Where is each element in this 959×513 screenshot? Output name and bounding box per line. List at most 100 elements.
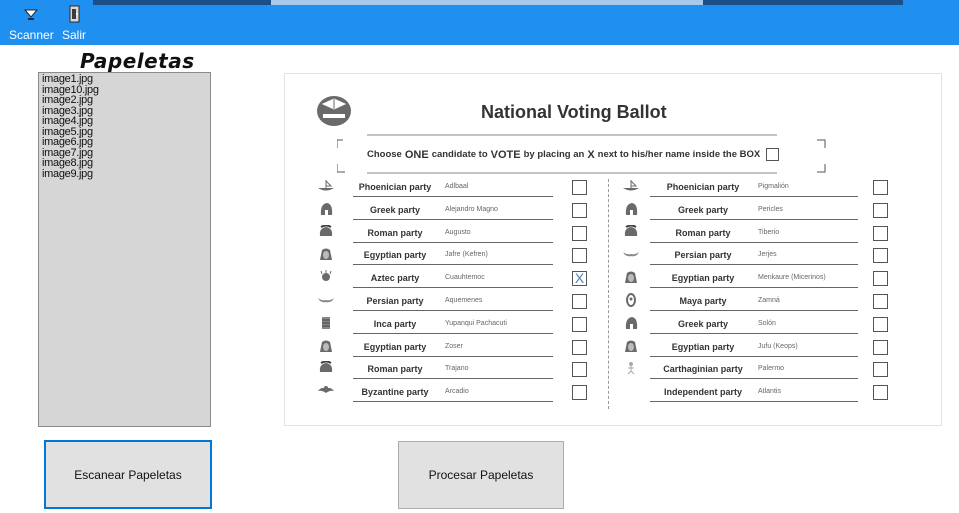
scanner-label: Scanner <box>9 28 54 42</box>
file-listbox[interactable]: image1.jpg image10.jpg image2.jpg image3.jp… <box>38 72 211 427</box>
escanear-label: Escanear Papeletas <box>74 467 182 482</box>
candidate-underline <box>650 241 858 243</box>
ballot-logo-icon <box>315 94 353 133</box>
candidate-underline <box>353 264 553 266</box>
candidate-name: Solón <box>758 319 776 327</box>
candidate-name: Cuauhtemoc <box>445 274 485 282</box>
candidate-name: Jufu (Keops) <box>758 342 798 350</box>
ballot-right-column: Phoenician party Pigmalión Greek party Peri… <box>620 177 910 405</box>
ballot-row: Egyptian party Jafre (Kefren) <box>315 245 605 268</box>
pharaoh-icon <box>622 339 640 353</box>
candidate-underline <box>353 218 553 220</box>
file-list-item[interactable]: image8.jpg <box>42 158 210 169</box>
vote-box <box>873 316 888 332</box>
party-name: Byzantine party <box>361 387 429 398</box>
vote-box <box>873 202 888 218</box>
candidate-underline <box>353 196 553 197</box>
party-name: Egyptian party <box>671 273 735 284</box>
vote-box <box>572 339 587 355</box>
party-name: Phoenician party <box>666 182 740 192</box>
vote-box <box>873 271 888 287</box>
candidate-underline <box>650 264 858 266</box>
instr-pre: Choose <box>367 149 402 160</box>
pharaoh-icon <box>317 339 335 353</box>
ballot-left-column: Phoenician party Adlbaal Greek party Alejan… <box>315 177 605 405</box>
party-name: Greek party <box>677 204 729 215</box>
party-name: Persian party <box>674 250 732 261</box>
pharaoh-icon <box>317 247 335 261</box>
candidate-underline <box>353 309 553 311</box>
file-list-item[interactable]: image1.jpg <box>42 74 210 85</box>
ballot-row: Persian party Jerjes <box>620 245 910 268</box>
party-name: Carthaginian party <box>663 364 743 375</box>
vote-box <box>873 339 888 355</box>
party-name: Roman party <box>367 227 423 238</box>
winged-symbol-icon <box>622 247 640 261</box>
file-list-item[interactable]: image9.jpg <box>42 168 210 180</box>
candidate-underline <box>650 401 858 403</box>
candidate-name: Adlbaal <box>445 183 469 190</box>
toolbar-top-strip-light <box>271 0 703 5</box>
candidate-name: Atlantis <box>758 388 781 396</box>
chevron-down-icon <box>23 4 39 24</box>
candidate-name: Yupanqui Pachacuti <box>445 319 507 327</box>
procesar-label: Procesar Papeletas <box>428 468 534 482</box>
ballot-row: Roman party Tiberio <box>620 223 910 246</box>
ballot-row: Egyptian party Menkaure (Micerinos) <box>620 268 910 291</box>
file-list-item[interactable]: image4.jpg <box>42 116 210 127</box>
vote-box <box>873 180 888 195</box>
candidate-name: Menkaure (Micerinos) <box>758 274 826 282</box>
salir-label: Salir <box>62 28 87 42</box>
maya-icon <box>622 292 640 307</box>
file-list-item[interactable]: image2.jpg <box>42 95 210 106</box>
party-name: Greek party <box>369 204 421 215</box>
aztec-icon <box>317 270 335 284</box>
procesar-papeletas-button[interactable]: Procesar Papeletas <box>398 441 564 509</box>
vote-box <box>873 225 888 241</box>
party-name: Roman party <box>367 364 423 375</box>
instr-post: next to his/her name inside the BOX <box>597 149 761 160</box>
instruction-sample-box <box>766 148 780 161</box>
ballot-row: Aztec party Cuauhtemoc X <box>315 268 605 291</box>
winged-symbol-icon <box>317 293 335 307</box>
blank-emblem-icon <box>622 384 640 398</box>
greek-helmet-icon <box>622 316 640 330</box>
instr-mid2: by placing an <box>523 149 585 160</box>
candidate-name: Zoser <box>445 342 463 350</box>
ballot-row: Persian party Aquemenes <box>315 291 605 314</box>
vote-box <box>572 248 587 264</box>
toolbar-top-strip-dark <box>93 0 271 5</box>
ballot-row: Greek party Solón <box>620 314 910 337</box>
ballot-instruction: Choose ONE candidate to VOTE by placing … <box>367 148 780 161</box>
candidate-name: Pericles <box>758 205 783 213</box>
candidate-name: Aquemenes <box>445 296 483 304</box>
ballot-image: National Voting Ballot Choose ONE candid… <box>284 73 942 426</box>
vote-box <box>572 225 587 241</box>
ballot-row: Byzantine party Arcadio <box>315 382 605 405</box>
salir-button[interactable]: Salir <box>62 4 86 42</box>
vote-box <box>873 293 888 309</box>
party-name: Roman party <box>675 227 731 238</box>
candidate-name: Pigmalión <box>758 183 789 190</box>
candidate-name: Tiberio <box>758 228 780 236</box>
vote-box <box>572 293 587 309</box>
party-name: Greek party <box>677 318 729 329</box>
candidate-underline <box>650 218 858 220</box>
party-name: Maya party <box>679 295 727 306</box>
file-list-item[interactable]: image6.jpg <box>42 137 210 148</box>
candidate-underline <box>650 332 858 334</box>
instr-vote: VOTE <box>490 148 521 161</box>
ballot-title: National Voting Ballot <box>481 102 667 122</box>
greek-helmet-icon <box>622 202 640 216</box>
papeletas-title: Papeletas <box>80 49 195 73</box>
roman-helmet-icon <box>317 360 335 375</box>
vote-box <box>873 385 888 401</box>
ballot-row: Roman party Trajano <box>315 359 605 382</box>
party-name: Egyptian party <box>363 341 427 352</box>
column-divider <box>608 179 609 409</box>
party-name: Persian party <box>366 295 424 306</box>
candidate-underline <box>353 241 553 243</box>
escanear-papeletas-button[interactable]: Escanear Papeletas <box>44 440 212 509</box>
scanner-button[interactable]: Scanner <box>9 4 54 42</box>
ballot-row: Phoenician party Pigmalión <box>620 177 910 200</box>
